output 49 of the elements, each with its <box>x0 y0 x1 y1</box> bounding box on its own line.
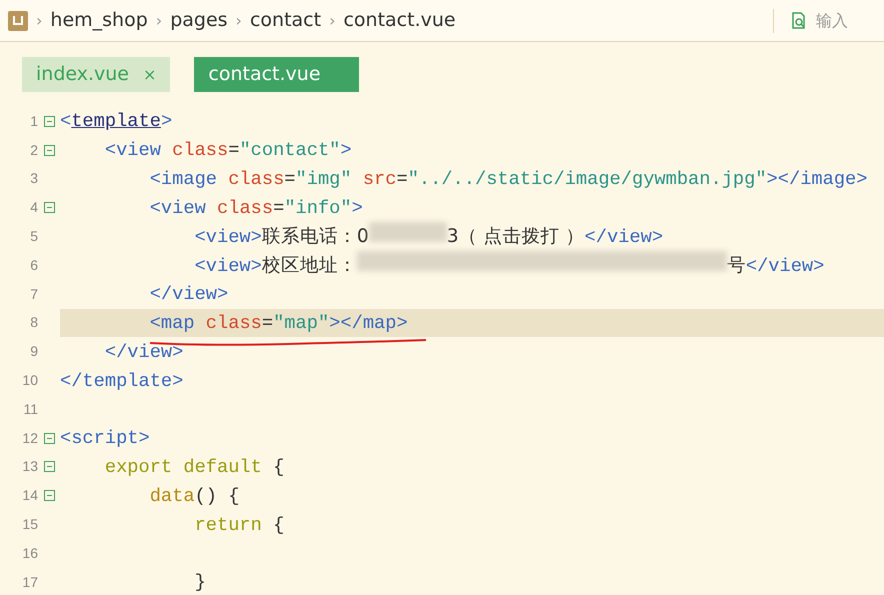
code-line: <map class="map"></map> <box>148 310 408 336</box>
breadcrumb-item[interactable]: pages <box>170 6 228 35</box>
code-line: </view> <box>104 340 184 365</box>
line-number: 8 <box>29 313 38 332</box>
code-line: </template> <box>60 368 184 394</box>
code-line: data() { <box>148 484 240 509</box>
fold-icon[interactable] <box>44 202 54 214</box>
fold-icon[interactable] <box>44 490 54 502</box>
code-line: <view class="contact"> <box>104 138 352 164</box>
breadcrumb-item[interactable]: contact <box>250 6 322 35</box>
code-line: } <box>194 570 206 595</box>
code-line: <script> <box>60 426 150 452</box>
code-line: <view class="info"> <box>148 196 363 221</box>
breadcrumb-item[interactable]: contact.vue <box>343 6 456 35</box>
search-field[interactable]: 输入 <box>816 8 876 32</box>
code-line: <template> <box>60 109 172 134</box>
line-number: 7 <box>29 284 38 304</box>
code-line: <image class="img" src="../../static/image/gywmban.jpg"></image> <box>148 166 868 192</box>
chevron-icon: › <box>36 8 42 32</box>
line-number: 1 <box>29 112 38 131</box>
app-logo-icon <box>8 10 28 30</box>
breadcrumb-item[interactable]: hem_shop <box>50 6 148 35</box>
line-number: 12 <box>21 428 38 448</box>
chevron-icon: › <box>329 8 336 32</box>
chevron-icon: › <box>156 8 162 32</box>
code-line: <view>校区地址： 号</view> <box>60 250 824 280</box>
line-number: 2 <box>29 140 38 160</box>
line-number: 9 <box>29 342 38 362</box>
line-number: 6 <box>29 256 38 275</box>
code-line: return { <box>194 512 284 538</box>
line-number: 15 <box>21 515 38 534</box>
line-number: 17 <box>21 572 38 592</box>
line-number: 11 <box>22 400 38 419</box>
line-number: 13 <box>21 457 38 476</box>
fold-icon[interactable] <box>44 461 54 472</box>
search-icon[interactable] <box>790 12 808 30</box>
fold-icon[interactable] <box>44 116 54 127</box>
code-line: </view> <box>148 282 228 308</box>
code-line: export default { <box>104 454 284 480</box>
line-number: 10 <box>21 371 38 390</box>
line-number: 16 <box>21 544 38 563</box>
code-line: <view>联系电话：0 3（ 点击拨打 ）</view> <box>60 222 664 252</box>
line-number: 4 <box>29 198 38 218</box>
line-number: 14 <box>21 486 38 506</box>
chevron-icon: › <box>236 8 242 32</box>
fold-icon[interactable] <box>44 432 54 444</box>
line-number: 3 <box>29 169 38 188</box>
line-number: 5 <box>29 227 38 246</box>
fold-icon[interactable] <box>44 144 54 156</box>
